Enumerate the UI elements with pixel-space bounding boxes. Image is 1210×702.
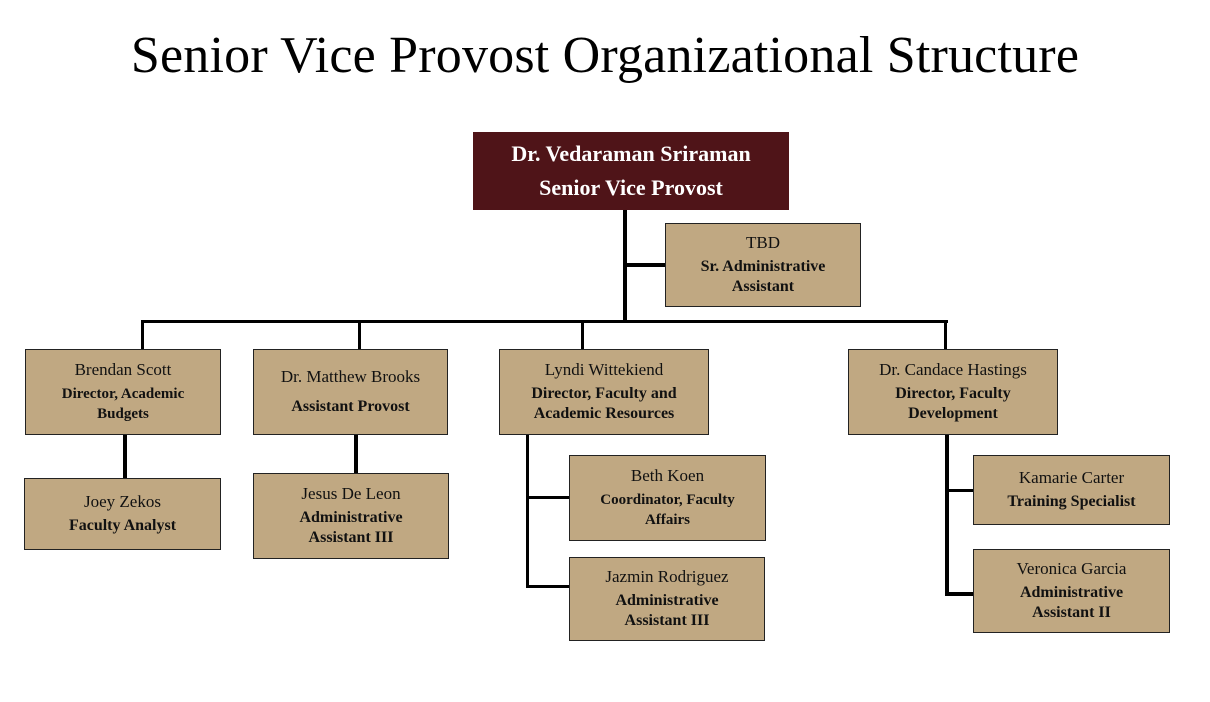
node-director-academic-budgets: Brendan Scott Director, Academic Budgets: [25, 349, 221, 435]
node-role: Administrative Assistant II: [1019, 584, 1124, 621]
node-coordinator-faculty-affairs: Beth Koen Coordinator, Faculty Affairs: [569, 455, 766, 541]
connector-horizontal-bus: [141, 320, 948, 323]
node-name: Joey Zekos: [84, 492, 161, 511]
connector-scott-zekos: [123, 434, 127, 479]
node-role: Administrative Assistant III: [615, 592, 719, 629]
connector-wittekiend-rodriguez: [526, 585, 570, 588]
connector-assistant: [625, 263, 666, 267]
connector-hastings-carter: [945, 489, 974, 492]
connector-director-4: [944, 320, 947, 350]
connector-director-3: [581, 320, 584, 350]
connector-wittekiend-trunk: [526, 434, 529, 588]
connector-wittekiend-koen: [526, 496, 570, 499]
connector-director-2: [358, 320, 361, 350]
node-name: Jesus De Leon: [301, 484, 401, 503]
node-role: Sr. Administrative Assistant: [700, 258, 826, 295]
connector-brooks-deleon: [354, 434, 358, 474]
node-name: Dr. Candace Hastings: [879, 360, 1027, 379]
node-name: Veronica Garcia: [1016, 559, 1127, 578]
node-role: Coordinator, Faculty Affairs: [600, 492, 735, 528]
node-director-faculty-development: Dr. Candace Hastings Director, Faculty D…: [848, 349, 1058, 435]
node-name: Dr. Matthew Brooks: [280, 367, 421, 386]
node-name: Dr. Vedaraman Sriraman: [511, 141, 751, 166]
node-sr-administrative-assistant: TBD Sr. Administrative Assistant: [665, 223, 861, 307]
node-role: Administrative Assistant III: [299, 509, 403, 546]
chart-title: Senior Vice Provost Organizational Struc…: [130, 27, 1080, 84]
node-role: Senior Vice Provost: [539, 175, 723, 200]
node-role: Faculty Analyst: [68, 517, 177, 534]
node-senior-vice-provost: Dr. Vedaraman Sriraman Senior Vice Provo…: [473, 132, 789, 210]
node-name: Lyndi Wittekiend: [544, 360, 664, 379]
node-role: Assistant Provost: [291, 398, 410, 415]
node-training-specialist: Kamarie Carter Training Specialist: [973, 455, 1170, 525]
node-role: Director, Academic Budgets: [61, 386, 185, 422]
connector-hastings-garcia: [945, 592, 974, 596]
node-role: Director, Faculty Development: [895, 385, 1011, 422]
node-director-faculty-academic-resources: Lyndi Wittekiend Director, Faculty and A…: [499, 349, 709, 435]
node-administrative-assistant-iii-rodriguez: Jazmin Rodriguez Administrative Assistan…: [569, 557, 765, 641]
node-role: Director, Faculty and Academic Resources: [531, 385, 677, 422]
node-name: Kamarie Carter: [1018, 468, 1125, 487]
node-administrative-assistant-ii: Veronica Garcia Administrative Assistant…: [973, 549, 1170, 633]
node-name: TBD: [746, 233, 780, 252]
node-role: Training Specialist: [1007, 493, 1136, 510]
connector-hastings-trunk: [945, 434, 949, 596]
node-faculty-analyst: Joey Zekos Faculty Analyst: [24, 478, 221, 550]
connector-director-1: [141, 320, 144, 350]
node-name: Brendan Scott: [74, 360, 172, 379]
node-assistant-provost: Dr. Matthew Brooks Assistant Provost: [253, 349, 448, 435]
node-name: Jazmin Rodriguez: [605, 567, 729, 586]
node-administrative-assistant-iii-deleon: Jesus De Leon Administrative Assistant I…: [253, 473, 449, 559]
node-name: Beth Koen: [630, 466, 705, 485]
